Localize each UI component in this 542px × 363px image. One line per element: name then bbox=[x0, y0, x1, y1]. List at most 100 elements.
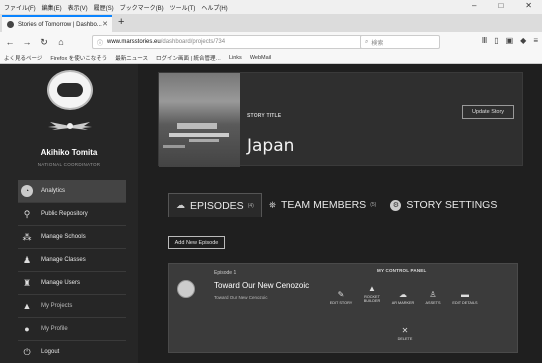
control-label: ROCKET BUILDER bbox=[363, 295, 381, 303]
main-content: STORY TITLE Japan Update Story ☁ EPISODE… bbox=[138, 64, 542, 363]
projects-icon: ▲ bbox=[22, 301, 32, 311]
tab-label: TEAM MEMBERS bbox=[281, 199, 367, 211]
menu-tools[interactable]: ツール(T) bbox=[170, 3, 196, 12]
tab-count: (4) bbox=[247, 202, 254, 209]
bookmark-item[interactable]: よく見るページ bbox=[4, 54, 42, 62]
user-name: Akihiko Tomita bbox=[40, 148, 98, 157]
rocket-builder-button[interactable]: ▲ ROCKET BUILDER bbox=[359, 284, 385, 303]
control-label: AR MARKER bbox=[391, 301, 415, 305]
sidebar-item-logout[interactable]: ⏻ Logout bbox=[18, 341, 126, 363]
menu-view[interactable]: 表示(V) bbox=[68, 3, 88, 12]
bookmark-item[interactable]: 最新ニュース bbox=[115, 54, 148, 62]
sidebar-toggle-icon[interactable]: ▯ bbox=[494, 36, 498, 45]
edit-story-button[interactable]: ✎ EDIT STORY bbox=[329, 290, 353, 305]
update-story-button[interactable]: Update Story bbox=[462, 105, 514, 119]
control-label: DELETE bbox=[397, 337, 413, 341]
tab-story-settings[interactable]: ⚙ STORY SETTINGS bbox=[383, 193, 504, 217]
sidebar-item-my-projects[interactable]: ▲ My Projects bbox=[18, 295, 126, 318]
bookmark-item[interactable]: WebMail bbox=[250, 55, 271, 61]
episodes-icon: ☁ bbox=[176, 200, 185, 210]
wings-badge-icon bbox=[48, 122, 92, 130]
search-input[interactable]: ⌕ 検索 bbox=[360, 35, 440, 49]
site-info-icon[interactable]: ⓘ bbox=[97, 38, 103, 47]
menu-file[interactable]: ファイル(F) bbox=[4, 3, 36, 12]
home-icon[interactable]: ⌂ bbox=[54, 37, 68, 47]
story-header: STORY TITLE Japan Update Story bbox=[158, 72, 523, 167]
repository-icon: ⚲ bbox=[23, 208, 31, 219]
reload-icon[interactable]: ↻ bbox=[37, 37, 51, 48]
globe-icon bbox=[177, 280, 195, 298]
edit-details-icon: ▬ bbox=[461, 290, 469, 299]
tab-label: STORY SETTINGS bbox=[406, 199, 498, 211]
user-role: NATIONAL COORDINATOR bbox=[37, 162, 101, 167]
menu-edit[interactable]: 編集(E) bbox=[42, 3, 62, 12]
settings-icon: ⚙ bbox=[390, 199, 402, 211]
menu-bookmarks[interactable]: ブックマーク(B) bbox=[120, 3, 164, 12]
tab-count: (5) bbox=[370, 202, 377, 208]
extension-icon[interactable]: ◆ bbox=[520, 36, 526, 45]
episode-card: Episode 1 Toward Our New Cenozoic Toward… bbox=[168, 263, 518, 353]
rocket-icon: ⛯ bbox=[268, 199, 277, 210]
back-icon[interactable]: ← bbox=[3, 37, 17, 47]
bookmark-item[interactable]: Firefox を使いこなそう bbox=[50, 54, 107, 62]
browser-tab[interactable]: Stories of Tomorrow | Dashbo... ✕ bbox=[2, 15, 112, 32]
sidebar-nav: ◔ Analytics ⚲ Public Repository ⁂ Manage… bbox=[18, 180, 126, 363]
url-host: www.marsstories.eu bbox=[107, 39, 161, 45]
users-icon: ♜ bbox=[22, 277, 32, 288]
bookmarks-bar: よく見るページ Firefox を使いこなそう 最新ニュース ログイン画面 | … bbox=[0, 52, 542, 64]
sidebar-item-public-repository[interactable]: ⚲ Public Repository bbox=[18, 203, 126, 226]
sidebar-item-label: Manage Schools bbox=[41, 234, 86, 240]
sidebar-item-label: Manage Classes bbox=[41, 257, 86, 263]
schools-icon: ⁂ bbox=[22, 231, 32, 242]
edit-details-button[interactable]: ▬ EDIT DETAILS bbox=[449, 290, 481, 305]
sidebar-item-label: Manage Users bbox=[41, 280, 81, 286]
assets-button[interactable]: ♙ ASSETS bbox=[423, 290, 443, 305]
tab-bar: Stories of Tomorrow | Dashbo... ✕ + bbox=[0, 14, 542, 32]
forward-icon[interactable]: → bbox=[20, 37, 34, 47]
new-tab-icon[interactable]: + bbox=[118, 16, 124, 28]
bookmark-item[interactable]: Links bbox=[229, 55, 242, 61]
favicon-icon bbox=[7, 21, 14, 28]
control-label: EDIT DETAILS bbox=[452, 301, 478, 305]
minimize-icon[interactable]: – bbox=[472, 1, 476, 10]
rocket-builder-icon: ▲ bbox=[368, 284, 376, 293]
menu-help[interactable]: ヘルプ(H) bbox=[201, 3, 227, 12]
maximize-icon[interactable]: □ bbox=[498, 1, 503, 10]
sidebar-item-label: Analytics bbox=[41, 188, 66, 194]
search-icon: ⌕ bbox=[365, 38, 369, 45]
menu-history[interactable]: 履歴(S) bbox=[94, 3, 114, 12]
sidebar-item-label: Logout bbox=[41, 349, 60, 355]
sidebar-item-manage-classes[interactable]: ♟ Manage Classes bbox=[18, 249, 126, 272]
profile-icon: ● bbox=[24, 324, 30, 334]
logout-icon: ⏻ bbox=[23, 346, 31, 357]
control-panel-label: MY CONTROL PANEL bbox=[377, 268, 427, 273]
sidebar: Akihiko Tomita NATIONAL COORDINATOR ◔ An… bbox=[0, 64, 138, 363]
screenshot-icon[interactable]: ▣ bbox=[506, 36, 514, 45]
ar-marker-button[interactable]: ☁ AR MARKER bbox=[391, 290, 415, 305]
sidebar-item-label: Public Repository bbox=[41, 211, 88, 217]
tab-label: EPISODES bbox=[190, 199, 244, 212]
sidebar-item-analytics[interactable]: ◔ Analytics bbox=[18, 180, 126, 203]
story-tabs: ☁ EPISODES (4) ⛯ TEAM MEMBERS (5) ⚙ STOR… bbox=[168, 193, 504, 217]
bookmark-item[interactable]: ログイン画面 | 統合管理… bbox=[156, 54, 221, 62]
delete-button[interactable]: ✕ DELETE bbox=[393, 326, 417, 341]
close-window-icon[interactable]: ✕ bbox=[525, 1, 532, 10]
assets-icon: ♙ bbox=[429, 290, 437, 299]
sidebar-item-label: My Profile bbox=[41, 326, 68, 332]
tab-title: Stories of Tomorrow | Dashbo... bbox=[18, 21, 102, 28]
ar-marker-icon: ☁ bbox=[399, 290, 407, 299]
tab-close-icon[interactable]: ✕ bbox=[102, 20, 108, 28]
search-placeholder: 検索 bbox=[371, 40, 384, 47]
delete-icon: ✕ bbox=[401, 326, 409, 335]
sidebar-item-my-profile[interactable]: ● My Profile bbox=[18, 318, 126, 341]
tab-episodes[interactable]: ☁ EPISODES (4) bbox=[168, 193, 262, 217]
tab-team-members[interactable]: ⛯ TEAM MEMBERS (5) bbox=[262, 193, 384, 217]
control-label: ASSETS bbox=[425, 301, 441, 305]
library-icon[interactable]: Ⅲ bbox=[482, 36, 488, 45]
sidebar-item-manage-schools[interactable]: ⁂ Manage Schools bbox=[18, 226, 126, 249]
url-path: /dashboard/projects/734 bbox=[160, 39, 226, 45]
sidebar-item-manage-users[interactable]: ♜ Manage Users bbox=[18, 272, 126, 295]
app-menu-icon[interactable]: ≡ bbox=[533, 36, 538, 45]
story-title-label: STORY TITLE bbox=[247, 113, 282, 119]
add-new-episode-button[interactable]: Add New Episode bbox=[168, 236, 225, 249]
